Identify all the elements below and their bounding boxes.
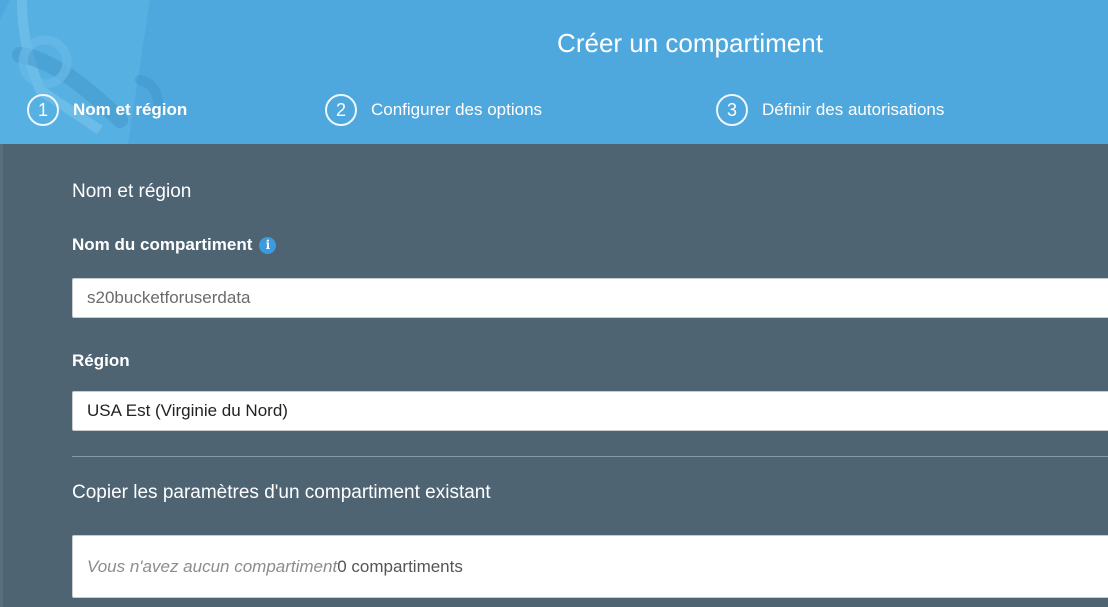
region-select[interactable]: USA Est (Virginie du Nord): [72, 391, 1108, 431]
copy-settings-title: Copier les paramètres d'un compartiment …: [72, 482, 491, 503]
step-label: Définir des autorisations: [762, 100, 945, 119]
step-configure-options[interactable]: 2 Configurer des options: [325, 93, 542, 127]
wizard-header: Créer un compartiment 1 Nom et région 2 …: [0, 0, 1108, 144]
copy-empty-text: Vous n'avez aucun compartiment: [87, 556, 338, 576]
step-label: Nom et région: [73, 100, 188, 119]
step-name-region[interactable]: 1 Nom et région: [27, 93, 187, 127]
wizard-title: Créer un compartiment: [557, 28, 823, 58]
section-title: Nom et région: [72, 181, 192, 202]
bucket-name-label-text: Nom du compartiment: [72, 235, 253, 254]
region-selected-value: USA Est (Virginie du Nord): [87, 401, 288, 420]
bucket-name-input[interactable]: [72, 278, 1108, 318]
step-number-circle: 3: [716, 94, 748, 126]
step-label: Configurer des options: [371, 100, 543, 119]
region-label: Région: [72, 351, 130, 370]
bucket-name-label: Nom du compartiment i: [72, 235, 277, 255]
info-icon[interactable]: i: [259, 236, 277, 254]
step-set-permissions[interactable]: 3 Définir des autorisations: [716, 93, 944, 127]
step-number-circle: 1: [27, 94, 59, 126]
step-number-circle: 2: [325, 94, 357, 126]
copy-bucket-select[interactable]: Vous n'avez aucun compartiment 0 compart…: [72, 535, 1108, 598]
copy-count-text: 0 compartiments: [337, 556, 463, 576]
divider: [72, 456, 1108, 457]
